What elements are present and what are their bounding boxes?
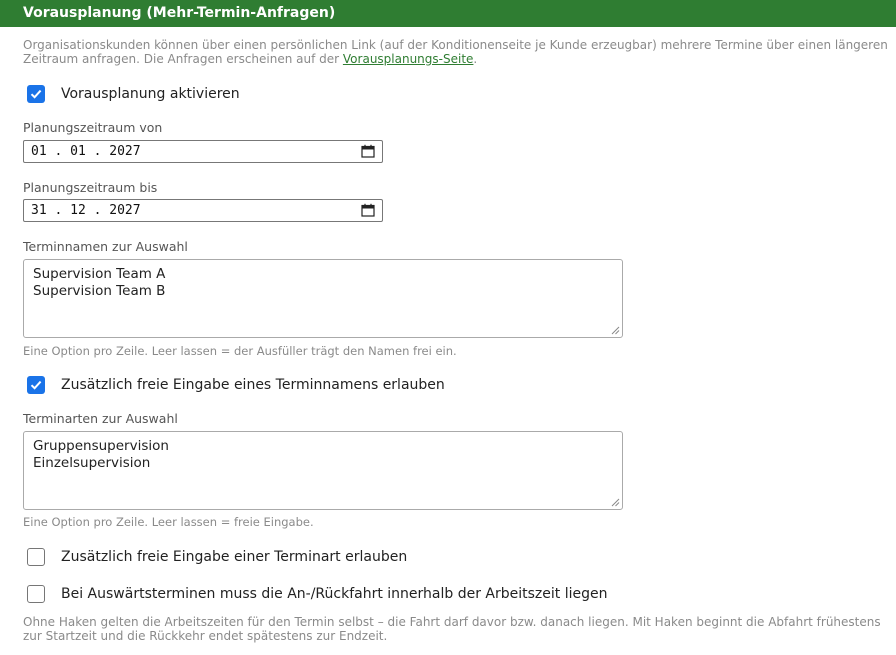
period-from-input[interactable]: 01 . 01 . 2027 xyxy=(23,140,383,163)
section-title: Vorausplanung (Mehr-Termin-Anfragen) xyxy=(23,5,336,21)
term-types-line: Gruppensupervision xyxy=(33,438,169,454)
allow-free-name-row[interactable]: Zusätzlich freie Eingabe eines Terminnam… xyxy=(27,376,445,394)
period-to-value: 31 . 12 . 2027 xyxy=(31,203,141,218)
travel-in-worktime-checkbox[interactable] xyxy=(27,585,45,603)
footer-note: Ohne Haken gelten die Arbeitszeiten für … xyxy=(23,615,881,643)
activate-label: Vorausplanung aktivieren xyxy=(61,86,240,102)
period-to-input[interactable]: 31 . 12 . 2027 xyxy=(23,199,383,222)
travel-in-worktime-label: Bei Auswärtsterminen muss die An-/Rückfa… xyxy=(61,586,608,602)
resize-grip-icon[interactable] xyxy=(611,498,620,507)
vorausplanung-page-link[interactable]: Vorausplanungs-Seite xyxy=(343,52,474,66)
term-names-textarea[interactable]: Supervision Team A Supervision Team B xyxy=(23,259,623,338)
allow-free-type-label: Zusätzlich freie Eingabe einer Terminart… xyxy=(61,549,408,565)
allow-free-name-label: Zusätzlich freie Eingabe eines Terminnam… xyxy=(61,377,445,393)
term-types-line: Einzelsupervision xyxy=(33,455,151,471)
allow-free-type-checkbox[interactable] xyxy=(27,548,45,566)
calendar-icon[interactable] xyxy=(361,144,375,158)
resize-grip-icon[interactable] xyxy=(611,326,620,335)
term-types-label: Terminarten zur Auswahl xyxy=(23,411,178,426)
checkmark-icon xyxy=(30,89,42,99)
term-names-line: Supervision Team A xyxy=(33,266,166,282)
period-from-value: 01 . 01 . 2027 xyxy=(31,144,141,159)
intro-suffix: . xyxy=(473,52,478,66)
term-names-label: Terminnamen zur Auswahl xyxy=(23,239,188,254)
term-types-textarea[interactable]: Gruppensupervision Einzelsupervision xyxy=(23,431,623,510)
term-types-hint: Eine Option pro Zeile. Leer lassen = fre… xyxy=(23,515,314,529)
activate-checkbox[interactable] xyxy=(27,85,45,103)
period-from-label: Planungszeitraum von xyxy=(23,120,163,135)
term-names-hint: Eine Option pro Zeile. Leer lassen = der… xyxy=(23,344,457,358)
section-header: Vorausplanung (Mehr-Termin-Anfragen) xyxy=(0,0,896,27)
activate-checkbox-row[interactable]: Vorausplanung aktivieren xyxy=(27,85,240,103)
calendar-icon[interactable] xyxy=(361,203,375,217)
checkmark-icon xyxy=(30,380,42,390)
intro-text: Organisationskunden können über einen pe… xyxy=(23,38,893,66)
allow-free-type-row[interactable]: Zusätzlich freie Eingabe einer Terminart… xyxy=(27,548,407,566)
term-names-line: Supervision Team B xyxy=(33,283,166,299)
allow-free-name-checkbox[interactable] xyxy=(27,376,45,394)
period-to-label: Planungszeitraum bis xyxy=(23,180,158,195)
travel-in-worktime-row[interactable]: Bei Auswärtsterminen muss die An-/Rückfa… xyxy=(27,585,608,603)
